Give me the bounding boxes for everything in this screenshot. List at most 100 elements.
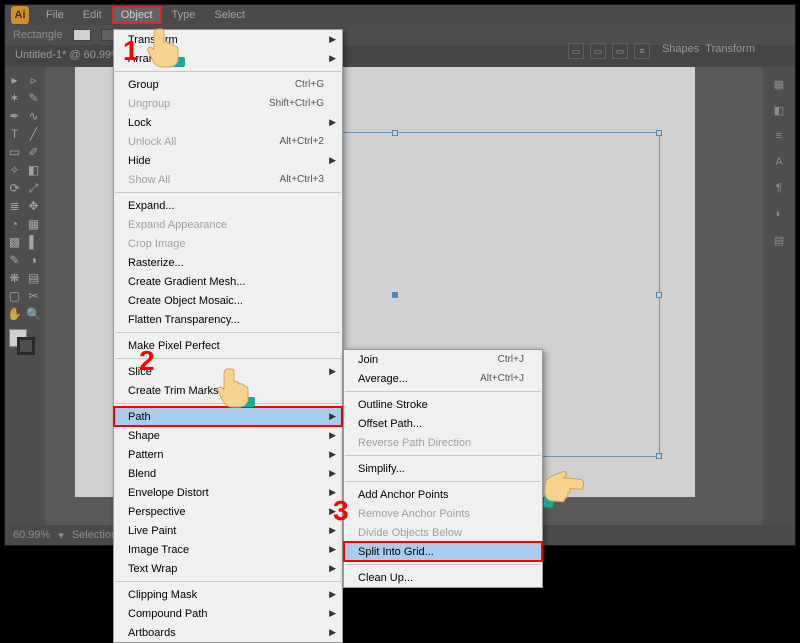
menu-object[interactable]: Object <box>113 7 161 23</box>
menu-item[interactable]: Average...Alt+Ctrl+J <box>344 369 542 388</box>
menu-item[interactable]: Shape▶ <box>114 426 342 445</box>
scale-tool-icon[interactable]: ⤢ <box>24 179 43 197</box>
menu-bar: Ai File Edit Object Type Select <box>5 5 795 25</box>
transform-label[interactable]: Transform <box>705 43 755 59</box>
gradient-tool-icon[interactable]: ▌ <box>24 233 43 251</box>
menu-item[interactable]: Clipping Mask▶ <box>114 585 342 604</box>
center-point[interactable] <box>392 292 398 298</box>
menu-item[interactable]: Simplify... <box>344 459 542 478</box>
menu-item[interactable]: JoinCtrl+J <box>344 350 542 369</box>
shapes-label[interactable]: Shapes <box>662 43 699 59</box>
menu-item[interactable]: Live Paint▶ <box>114 521 342 540</box>
right-panels: ▦ ◧ ≡ A ¶ ◐ ▤ <box>763 67 795 525</box>
panel-icon[interactable]: ◧ <box>770 101 788 119</box>
curvature-icon[interactable]: ∿ <box>24 107 43 125</box>
menu-item: Expand Appearance <box>114 215 342 234</box>
menu-item[interactable]: Create Gradient Mesh... <box>114 272 342 291</box>
rotate-tool-icon[interactable]: ⟳ <box>5 179 24 197</box>
fill-stroke-icon[interactable] <box>9 329 39 355</box>
panel-icon[interactable]: A <box>770 153 788 171</box>
shaper-tool-icon[interactable]: ✧ <box>5 161 24 179</box>
pointing-hand-icon <box>141 23 189 71</box>
perspective-icon[interactable]: ▦ <box>24 215 43 233</box>
menu-item: UngroupShift+Ctrl+G <box>114 94 342 113</box>
menu-type[interactable]: Type <box>164 7 204 23</box>
zoom-tool-icon[interactable]: 🔍 <box>24 305 43 323</box>
menu-item[interactable]: Envelope Distort▶ <box>114 483 342 502</box>
eyedropper-icon[interactable]: ✎ <box>5 251 24 269</box>
menu-item[interactable]: Expand... <box>114 196 342 215</box>
menu-item[interactable]: Lock▶ <box>114 113 342 132</box>
rectangle-tool-icon[interactable]: ▭ <box>5 143 24 161</box>
shape-builder-icon[interactable]: ◔ <box>5 215 24 233</box>
lasso-icon[interactable]: ✎ <box>24 89 43 107</box>
menu-select[interactable]: Select <box>206 7 253 23</box>
menu-item: Show AllAlt+Ctrl+3 <box>114 170 342 189</box>
panel-icon[interactable]: ¶ <box>770 179 788 197</box>
annotation-3: 3 <box>333 495 349 527</box>
align-icon[interactable]: ▭ <box>568 43 584 59</box>
menu-item[interactable]: GroupCtrl+G <box>114 75 342 94</box>
magic-wand-icon[interactable]: ✶ <box>5 89 24 107</box>
align-icons: ▭ ▭ ▭ ≡ Shapes Transform <box>568 43 755 59</box>
align-icon[interactable]: ▭ <box>590 43 606 59</box>
anchor-t[interactable] <box>392 130 398 136</box>
shape-label: Rectangle <box>13 29 63 41</box>
menu-item: Divide Objects Below <box>344 523 542 542</box>
menu-edit[interactable]: Edit <box>75 7 110 23</box>
panel-icon[interactable]: ◐ <box>770 205 788 223</box>
menu-item[interactable]: Flatten Transparency... <box>114 310 342 329</box>
mesh-tool-icon[interactable]: ▩ <box>5 233 24 251</box>
menu-item: Unlock AllAlt+Ctrl+2 <box>114 132 342 151</box>
menu-item[interactable]: Compound Path▶ <box>114 604 342 623</box>
selection-tool-icon[interactable]: ▸ <box>5 71 24 89</box>
free-transform-icon[interactable]: ✥ <box>24 197 43 215</box>
zoom-value[interactable]: 60.99% <box>13 529 50 541</box>
menu-item[interactable]: Add Anchor Points <box>344 485 542 504</box>
width-tool-icon[interactable]: ≣ <box>5 197 24 215</box>
slice-tool-icon[interactable]: ✂ <box>24 287 43 305</box>
hand-tool-icon[interactable]: ✋ <box>5 305 24 323</box>
fill-swatch[interactable] <box>73 29 91 41</box>
menu-item[interactable]: Artboards▶ <box>114 623 342 642</box>
menu-item[interactable]: Create Object Mosaic... <box>114 291 342 310</box>
menu-item: Crop Image <box>114 234 342 253</box>
menu-item[interactable]: Hide▶ <box>114 151 342 170</box>
path-submenu: JoinCtrl+JAverage...Alt+Ctrl+J Outline St… <box>343 349 543 588</box>
artboard-tool-icon[interactable]: ▢ <box>5 287 24 305</box>
anchor-br[interactable] <box>656 453 662 459</box>
menu-item[interactable]: Offset Path... <box>344 414 542 433</box>
menu-item[interactable]: Perspective▶ <box>114 502 342 521</box>
menu-item: Reverse Path Direction <box>344 433 542 452</box>
pointing-hand-icon <box>211 363 259 411</box>
app-logo: Ai <box>11 6 29 24</box>
pen-tool-icon[interactable]: ✒ <box>5 107 24 125</box>
blend-tool-icon[interactable]: ◑ <box>24 251 43 269</box>
line-tool-icon[interactable]: ╱ <box>24 125 43 143</box>
eraser-tool-icon[interactable]: ◧ <box>24 161 43 179</box>
annotation-1: 1 <box>123 35 139 67</box>
anchor-r[interactable] <box>656 292 662 298</box>
menu-item[interactable]: Blend▶ <box>114 464 342 483</box>
type-tool-icon[interactable]: T <box>5 125 24 143</box>
menu-item[interactable]: Split Into Grid... <box>344 542 542 561</box>
graph-tool-icon[interactable]: ▤ <box>24 269 43 287</box>
panel-icon[interactable]: ▦ <box>770 75 788 93</box>
status-tool: Selection <box>72 529 117 541</box>
align-icon[interactable]: ▭ <box>612 43 628 59</box>
anchor-tr[interactable] <box>656 130 662 136</box>
menu-item[interactable]: Pattern▶ <box>114 445 342 464</box>
menu-item[interactable]: Outline Stroke <box>344 395 542 414</box>
menu-item[interactable]: Clean Up... <box>344 568 542 587</box>
direct-select-icon[interactable]: ▹ <box>24 71 43 89</box>
panel-icon[interactable]: ≡ <box>770 127 788 145</box>
panel-icon[interactable]: ▤ <box>770 231 788 249</box>
menu-item[interactable]: Text Wrap▶ <box>114 559 342 578</box>
align-icon[interactable]: ≡ <box>634 43 650 59</box>
pointing-hand-icon <box>539 463 591 515</box>
brush-tool-icon[interactable]: ✐ <box>24 143 43 161</box>
object-dropdown: Transform▶Arrange▶GroupCtrl+GUngroupShif… <box>113 29 343 643</box>
symbol-spray-icon[interactable]: ❋ <box>5 269 24 287</box>
menu-file[interactable]: File <box>38 7 72 23</box>
menu-item[interactable]: Rasterize... <box>114 253 342 272</box>
